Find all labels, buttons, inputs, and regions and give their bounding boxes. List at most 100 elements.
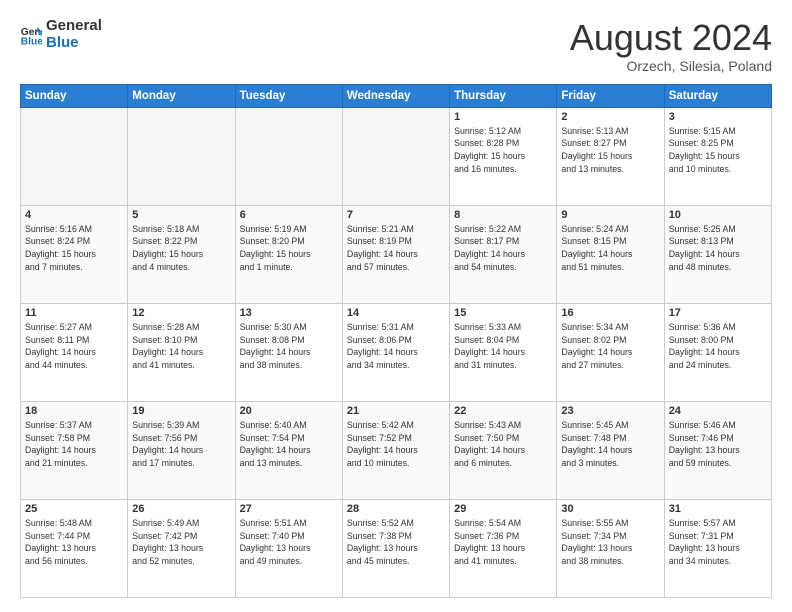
day-number: 7 [347, 209, 445, 221]
calendar-cell [235, 107, 342, 205]
day-number: 25 [25, 503, 123, 515]
day-info: Sunrise: 5:42 AM Sunset: 7:52 PM Dayligh… [347, 419, 445, 470]
day-info: Sunrise: 5:16 AM Sunset: 8:24 PM Dayligh… [25, 223, 123, 274]
calendar-cell: 9Sunrise: 5:24 AM Sunset: 8:15 PM Daylig… [557, 205, 664, 303]
day-number: 19 [132, 405, 230, 417]
weekday-header-sunday: Sunday [21, 84, 128, 107]
day-number: 29 [454, 503, 552, 515]
calendar-cell [342, 107, 449, 205]
calendar-cell: 14 Sunrise: 5:31 AM Sunset: 8:06 PM Dayli… [342, 303, 449, 401]
calendar-cell: 24Sunrise: 5:46 AM Sunset: 7:46 PM Dayli… [664, 401, 771, 499]
day-number: 8 [454, 209, 552, 221]
calendar-table: SundayMondayTuesdayWednesdayThursdayFrid… [20, 84, 772, 598]
day-info: Sunrise: 5:39 AM Sunset: 7:56 PM Dayligh… [132, 419, 230, 470]
day-info: Sunrise: 5:25 AM Sunset: 8:13 PM Dayligh… [669, 223, 767, 274]
calendar-week-row: 1 Sunrise: 5:12 AM Sunset: 8:28 PM Daylig… [21, 107, 772, 205]
calendar-cell: 23Sunrise: 5:45 AM Sunset: 7:48 PM Dayli… [557, 401, 664, 499]
weekday-header-friday: Friday [557, 84, 664, 107]
calendar-header-row: SundayMondayTuesdayWednesdayThursdayFrid… [21, 84, 772, 107]
weekday-header-thursday: Thursday [450, 84, 557, 107]
calendar-cell: 3 Sunrise: 5:15 AM Sunset: 8:25 PM Daylig… [664, 107, 771, 205]
day-info: Sunrise: 5:40 AM Sunset: 7:54 PM Dayligh… [240, 419, 338, 470]
day-number: 30 [561, 503, 659, 515]
location-title: Orzech, Silesia, Poland [570, 58, 772, 74]
calendar-cell: 7 Sunrise: 5:21 AM Sunset: 8:19 PM Daylig… [342, 205, 449, 303]
calendar-week-row: 25 Sunrise: 5:48 AM Sunset: 7:44 PM Dayli… [21, 499, 772, 597]
day-number: 14 [347, 307, 445, 319]
day-number: 13 [240, 307, 338, 319]
day-number: 3 [669, 111, 767, 123]
logo-blue: Blue [46, 35, 102, 52]
day-info: Sunrise: 5:55 AM Sunset: 7:34 PM Dayligh… [561, 517, 659, 568]
calendar-cell: 4 Sunrise: 5:16 AM Sunset: 8:24 PM Daylig… [21, 205, 128, 303]
day-info: Sunrise: 5:33 AM Sunset: 8:04 PM Dayligh… [454, 321, 552, 372]
calendar-cell: 25 Sunrise: 5:48 AM Sunset: 7:44 PM Dayli… [21, 499, 128, 597]
day-info: Sunrise: 5:19 AM Sunset: 8:20 PM Dayligh… [240, 223, 338, 274]
day-number: 10 [669, 209, 767, 221]
calendar-cell: 6Sunrise: 5:19 AM Sunset: 8:20 PM Daylig… [235, 205, 342, 303]
calendar-cell: 19 Sunrise: 5:39 AM Sunset: 7:56 PM Dayli… [128, 401, 235, 499]
logo: General Blue General Blue [20, 18, 102, 51]
calendar-cell [21, 107, 128, 205]
day-info: Sunrise: 5:36 AM Sunset: 8:00 PM Dayligh… [669, 321, 767, 372]
calendar-week-row: 11Sunrise: 5:27 AM Sunset: 8:11 PM Dayli… [21, 303, 772, 401]
day-number: 27 [240, 503, 338, 515]
calendar-week-row: 4 Sunrise: 5:16 AM Sunset: 8:24 PM Daylig… [21, 205, 772, 303]
day-info: Sunrise: 5:15 AM Sunset: 8:25 PM Dayligh… [669, 125, 767, 176]
day-number: 17 [669, 307, 767, 319]
day-number: 22 [454, 405, 552, 417]
calendar-cell: 29 Sunrise: 5:54 AM Sunset: 7:36 PM Dayli… [450, 499, 557, 597]
day-number: 12 [132, 307, 230, 319]
calendar-cell: 31 Sunrise: 5:57 AM Sunset: 7:31 PM Dayli… [664, 499, 771, 597]
calendar-cell: 15 Sunrise: 5:33 AM Sunset: 8:04 PM Dayli… [450, 303, 557, 401]
day-number: 16 [561, 307, 659, 319]
day-info: Sunrise: 5:45 AM Sunset: 7:48 PM Dayligh… [561, 419, 659, 470]
day-number: 1 [454, 111, 552, 123]
calendar-cell: 20 Sunrise: 5:40 AM Sunset: 7:54 PM Dayli… [235, 401, 342, 499]
weekday-header-tuesday: Tuesday [235, 84, 342, 107]
header: General Blue General Blue August 2024 Or… [20, 18, 772, 74]
day-number: 15 [454, 307, 552, 319]
day-number: 31 [669, 503, 767, 515]
calendar-cell: 1 Sunrise: 5:12 AM Sunset: 8:28 PM Daylig… [450, 107, 557, 205]
calendar-cell: 12Sunrise: 5:28 AM Sunset: 8:10 PM Dayli… [128, 303, 235, 401]
day-number: 2 [561, 111, 659, 123]
calendar-cell: 16Sunrise: 5:34 AM Sunset: 8:02 PM Dayli… [557, 303, 664, 401]
calendar-cell: 13 Sunrise: 5:30 AM Sunset: 8:08 PM Dayli… [235, 303, 342, 401]
day-info: Sunrise: 5:30 AM Sunset: 8:08 PM Dayligh… [240, 321, 338, 372]
day-info: Sunrise: 5:51 AM Sunset: 7:40 PM Dayligh… [240, 517, 338, 568]
day-info: Sunrise: 5:48 AM Sunset: 7:44 PM Dayligh… [25, 517, 123, 568]
calendar-cell: 22 Sunrise: 5:43 AM Sunset: 7:50 PM Dayli… [450, 401, 557, 499]
day-info: Sunrise: 5:43 AM Sunset: 7:50 PM Dayligh… [454, 419, 552, 470]
day-info: Sunrise: 5:24 AM Sunset: 8:15 PM Dayligh… [561, 223, 659, 274]
calendar-cell: 27 Sunrise: 5:51 AM Sunset: 7:40 PM Dayli… [235, 499, 342, 597]
day-number: 21 [347, 405, 445, 417]
page: General Blue General Blue August 2024 Or… [0, 0, 792, 612]
day-info: Sunrise: 5:54 AM Sunset: 7:36 PM Dayligh… [454, 517, 552, 568]
calendar-cell: 30 Sunrise: 5:55 AM Sunset: 7:34 PM Dayli… [557, 499, 664, 597]
day-info: Sunrise: 5:13 AM Sunset: 8:27 PM Dayligh… [561, 125, 659, 176]
day-info: Sunrise: 5:49 AM Sunset: 7:42 PM Dayligh… [132, 517, 230, 568]
calendar-cell: 28Sunrise: 5:52 AM Sunset: 7:38 PM Dayli… [342, 499, 449, 597]
calendar-cell: 26Sunrise: 5:49 AM Sunset: 7:42 PM Dayli… [128, 499, 235, 597]
month-title: August 2024 [570, 18, 772, 58]
day-info: Sunrise: 5:31 AM Sunset: 8:06 PM Dayligh… [347, 321, 445, 372]
title-block: August 2024 Orzech, Silesia, Poland [570, 18, 772, 74]
day-info: Sunrise: 5:21 AM Sunset: 8:19 PM Dayligh… [347, 223, 445, 274]
day-number: 4 [25, 209, 123, 221]
day-info: Sunrise: 5:57 AM Sunset: 7:31 PM Dayligh… [669, 517, 767, 568]
calendar-week-row: 18Sunrise: 5:37 AM Sunset: 7:58 PM Dayli… [21, 401, 772, 499]
day-info: Sunrise: 5:37 AM Sunset: 7:58 PM Dayligh… [25, 419, 123, 470]
day-number: 20 [240, 405, 338, 417]
day-info: Sunrise: 5:27 AM Sunset: 8:11 PM Dayligh… [25, 321, 123, 372]
calendar-cell: 5Sunrise: 5:18 AM Sunset: 8:22 PM Daylig… [128, 205, 235, 303]
day-info: Sunrise: 5:52 AM Sunset: 7:38 PM Dayligh… [347, 517, 445, 568]
calendar-cell [128, 107, 235, 205]
day-number: 5 [132, 209, 230, 221]
calendar-cell: 11Sunrise: 5:27 AM Sunset: 8:11 PM Dayli… [21, 303, 128, 401]
logo-general: General [46, 18, 102, 35]
calendar-cell: 2 Sunrise: 5:13 AM Sunset: 8:27 PM Daylig… [557, 107, 664, 205]
calendar-cell: 21 Sunrise: 5:42 AM Sunset: 7:52 PM Dayli… [342, 401, 449, 499]
day-info: Sunrise: 5:12 AM Sunset: 8:28 PM Dayligh… [454, 125, 552, 176]
calendar-cell: 17 Sunrise: 5:36 AM Sunset: 8:00 PM Dayli… [664, 303, 771, 401]
